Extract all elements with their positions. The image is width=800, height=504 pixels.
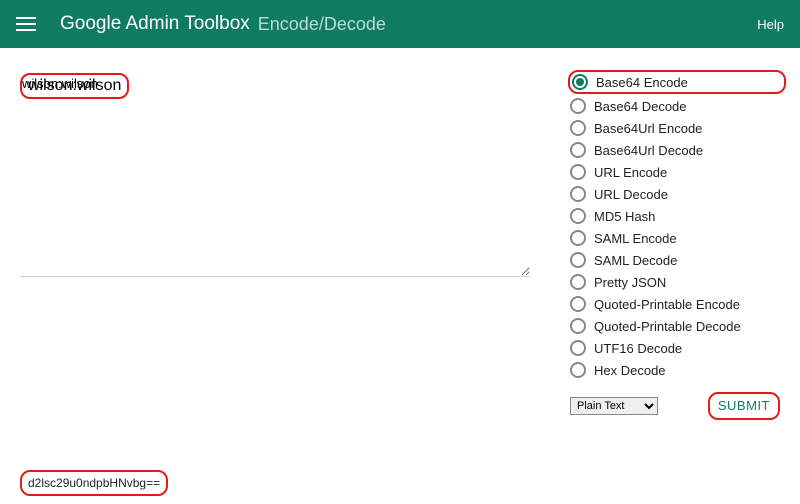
encoding-option[interactable]: URL Decode — [570, 186, 780, 202]
hamburger-menu-icon[interactable] — [16, 17, 36, 31]
encoding-option[interactable]: Base64Url Encode — [570, 120, 780, 136]
encoding-option-label: Pretty JSON — [594, 275, 666, 290]
radio-icon — [570, 274, 586, 290]
options-bottom-row: Plain Text SUBMIT — [570, 392, 780, 420]
encoding-option[interactable]: Pretty JSON — [570, 274, 780, 290]
encoding-option[interactable]: Base64 Encode — [572, 74, 778, 90]
radio-icon — [570, 120, 586, 136]
output-highlight-annotation: d2lsc29u0ndpbHNvbg== — [20, 470, 168, 496]
radio-icon — [570, 208, 586, 224]
app-title: Google Admin Toolbox — [60, 13, 250, 35]
encoding-option[interactable]: MD5 Hash — [570, 208, 780, 224]
option-highlight-annotation: Base64 Encode — [568, 70, 786, 94]
encoding-option[interactable]: Base64Url Decode — [570, 142, 780, 158]
encoding-option-label: URL Decode — [594, 187, 668, 202]
radio-icon — [570, 318, 586, 334]
encoding-options: Base64 Encode Base64 Decode Base64Url Enco… — [570, 72, 780, 378]
app-header: Google Admin Toolbox Encode/Decode Help — [0, 0, 800, 48]
input-textarea[interactable] — [20, 72, 530, 277]
encoding-option[interactable]: URL Encode — [570, 164, 780, 180]
encoding-option-label: Base64Url Decode — [594, 143, 703, 158]
output-area: d2lsc29u0ndpbHNvbg== — [20, 470, 168, 496]
radio-icon — [570, 340, 586, 356]
radio-icon — [570, 362, 586, 378]
submit-highlight-annotation: SUBMIT — [708, 392, 780, 420]
submit-button[interactable]: SUBMIT — [718, 398, 770, 413]
encoding-option[interactable]: Quoted-Printable Encode — [570, 296, 780, 312]
encoding-option[interactable]: Hex Decode — [570, 362, 780, 378]
radio-icon — [570, 296, 586, 312]
encoding-option-label: Hex Decode — [594, 363, 666, 378]
encoding-option[interactable]: SAML Decode — [570, 252, 780, 268]
encoding-option-label: URL Encode — [594, 165, 667, 180]
encoding-option-label: MD5 Hash — [594, 209, 655, 224]
output-text: d2lsc29u0ndpbHNvbg== — [28, 476, 160, 490]
input-column: wilson:wilson — [20, 72, 530, 420]
options-column: Base64 Encode Base64 Decode Base64Url Enco… — [570, 72, 780, 420]
main-content: wilson:wilson Base64 Encode Base64 Decode… — [0, 48, 800, 430]
encoding-option-label: Base64 Encode — [596, 75, 688, 90]
encoding-option-label: SAML Encode — [594, 231, 677, 246]
encoding-option[interactable]: Quoted-Printable Decode — [570, 318, 780, 334]
radio-icon — [570, 164, 586, 180]
encoding-option-label: Base64 Decode — [594, 99, 687, 114]
encoding-option-label: SAML Decode — [594, 253, 677, 268]
encoding-option-label: Quoted-Printable Decode — [594, 319, 741, 334]
encoding-option[interactable]: SAML Encode — [570, 230, 780, 246]
encoding-option-label: Base64Url Encode — [594, 121, 702, 136]
radio-icon — [570, 252, 586, 268]
radio-icon — [570, 142, 586, 158]
help-link[interactable]: Help — [757, 17, 784, 32]
encoding-option[interactable]: UTF16 Decode — [570, 340, 780, 356]
radio-icon — [572, 74, 588, 90]
encoding-option-label: UTF16 Decode — [594, 341, 682, 356]
encoding-option[interactable]: Base64 Decode — [570, 98, 780, 114]
radio-icon — [570, 98, 586, 114]
app-subtitle: Encode/Decode — [258, 14, 386, 35]
radio-icon — [570, 186, 586, 202]
radio-icon — [570, 230, 586, 246]
output-format-select[interactable]: Plain Text — [570, 397, 658, 415]
encoding-option-label: Quoted-Printable Encode — [594, 297, 740, 312]
